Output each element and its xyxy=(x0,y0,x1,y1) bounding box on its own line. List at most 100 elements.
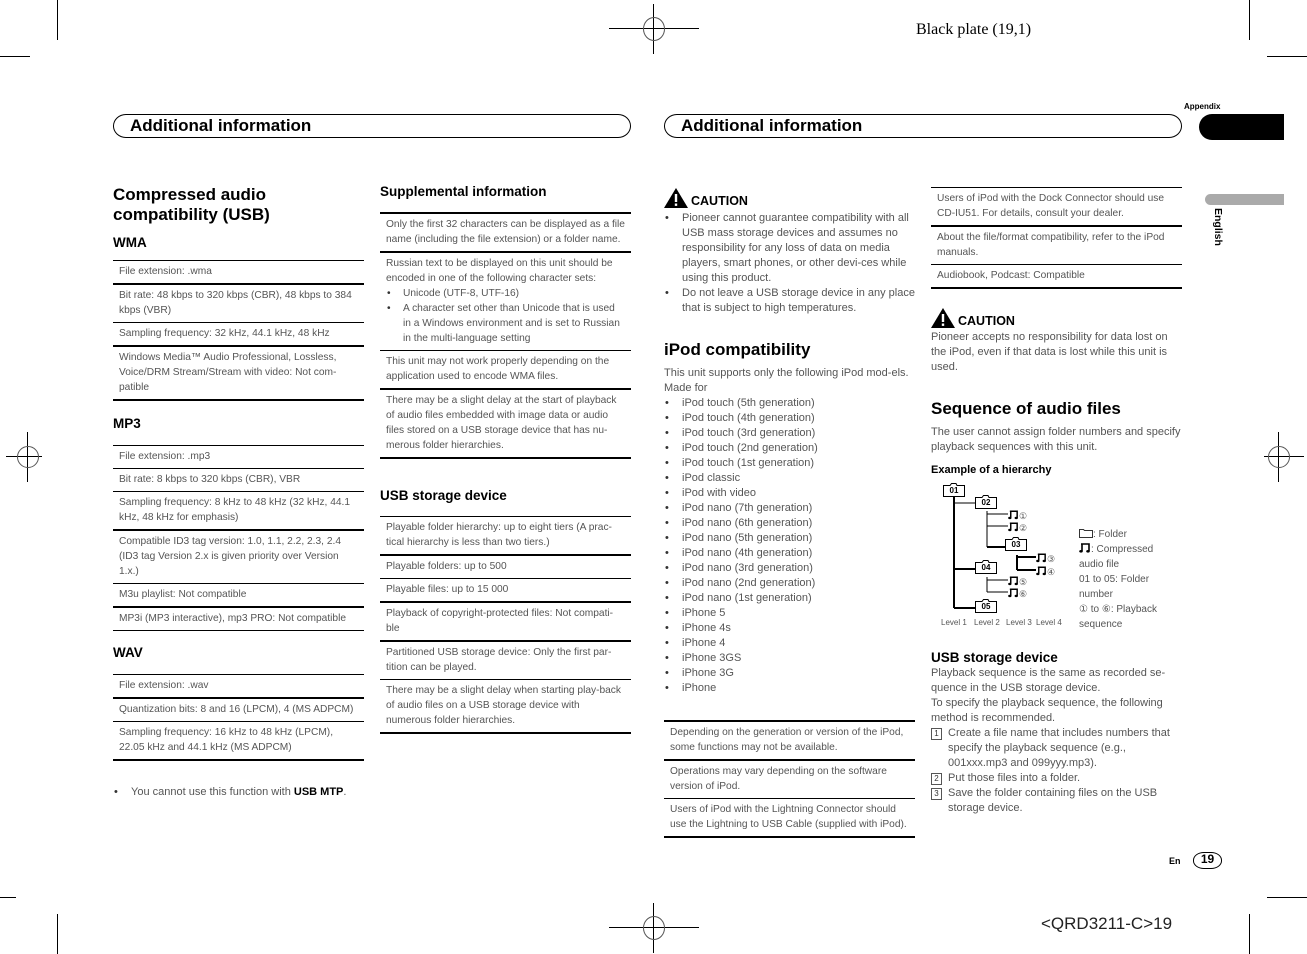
section-header-left: Additional information xyxy=(113,114,631,138)
supplemental-table: Only the first 32 characters can be disp… xyxy=(380,212,631,459)
table-row: There may be a slight delay when startin… xyxy=(380,679,631,732)
hierarchy-diagram: 01 02 03 04 05 ① ② ③ ④ ⑤ ⑥ Level 1 Level 2 Level 3… xyxy=(930,478,1075,630)
ipod-model-item: iPod nano (5th generation) xyxy=(665,531,915,546)
warning-icon xyxy=(664,188,688,208)
caution-text: Pioneer accepts no responsibility for da… xyxy=(931,331,1168,373)
language-code: En xyxy=(1169,856,1181,866)
audio-file-icon: ② xyxy=(1008,519,1027,533)
caution-list: Pioneer cannot guarantee compatibility w… xyxy=(664,211,915,316)
caution-label: CAUTION xyxy=(958,314,1015,328)
music-note-icon xyxy=(1079,543,1090,553)
ipod-model-item: iPhone 4 xyxy=(665,636,915,651)
table-row: There may be a slight delay at the start… xyxy=(380,388,631,457)
wav-table: File extension: .wav Quantization bits: … xyxy=(113,674,364,761)
table-row: Bit rate: 48 kbps to 320 kbps (CBR), 48 … xyxy=(113,283,364,322)
column-3: CAUTION Pioneer cannot guarantee compati… xyxy=(664,188,915,696)
folder-number: 01 xyxy=(949,486,959,495)
table-row: Bit rate: 8 kbps to 320 kbps (CBR), VBR xyxy=(113,468,364,491)
ipod-model-item: iPod touch (5th generation) xyxy=(665,396,915,411)
column-4: CAUTION Pioneer accepts no responsibilit… xyxy=(931,308,1182,476)
audio-file-icon: ④ xyxy=(1036,563,1055,577)
level-label: Level 1 xyxy=(941,618,967,627)
table-row: File extension: .wav xyxy=(113,674,364,697)
wav-heading: WAV xyxy=(113,645,143,660)
table-row: Playable files: up to 15 000 xyxy=(380,578,631,601)
ipod-model-item: iPod nano (3rd generation) xyxy=(665,561,915,576)
ipod-model-item: iPod nano (2nd generation) xyxy=(665,576,915,591)
hierarchy-legend: : Folder : Compressed audio file 01 to 0… xyxy=(1079,527,1179,632)
table-row: File extension: .wma xyxy=(113,260,364,283)
audio-file-icon: ⑤ xyxy=(1008,573,1027,587)
crop-mark xyxy=(1267,897,1307,898)
table-row: MP3i (MP3 interactive), mp3 PRO: Not com… xyxy=(113,606,364,630)
usb-mtp-note: You cannot use this function with USB MT… xyxy=(113,785,382,800)
ipod-model-item: iPod touch (3rd generation) xyxy=(665,426,915,441)
table-row: Audiobook, Podcast: Compatible xyxy=(931,264,1182,287)
ipod-model-item: iPod touch (1st generation) xyxy=(665,456,915,471)
ipod-model-list: iPod touch (5th generation)iPod touch (4… xyxy=(664,396,915,696)
ipod-model-item: iPod nano (6th generation) xyxy=(665,516,915,531)
folder-icon xyxy=(1079,529,1093,538)
music-note-icon xyxy=(1008,588,1018,598)
table-row: Only the first 32 characters can be disp… xyxy=(380,212,631,251)
table-row: Users of iPod with the Dock Connector sh… xyxy=(931,187,1182,225)
playback-sequence-number: ⑥ xyxy=(1019,589,1028,599)
folder-icon: 03 xyxy=(1005,537,1027,551)
made-for-label: Made for xyxy=(664,382,708,394)
ipod-notes-table-continued: Users of iPod with the Dock Connector sh… xyxy=(931,187,1182,289)
folder-icon: 05 xyxy=(975,599,997,613)
audio-file-icon: ① xyxy=(1008,507,1027,521)
list-item: You cannot use this function with USB MT… xyxy=(114,785,382,800)
crop-mark xyxy=(0,56,30,57)
section-header-title: Additional information xyxy=(130,116,312,135)
ipod-intro: This unit supports only the following iP… xyxy=(664,367,909,379)
usb-storage-heading: USB storage device xyxy=(931,650,1058,665)
table-row: Playable folders: up to 500 xyxy=(380,554,631,578)
folder-number: 04 xyxy=(981,563,991,572)
ipod-model-item: iPod nano (1st generation) xyxy=(665,591,915,606)
table-row: File extension: .mp3 xyxy=(113,445,364,468)
ipod-model-item: iPhone 3GS xyxy=(665,651,915,666)
ipod-model-item: iPod classic xyxy=(665,471,915,486)
caution-block: CAUTION xyxy=(664,188,915,208)
list-item: A character set other than Unicode that … xyxy=(387,301,625,346)
folder-number: 02 xyxy=(981,498,991,507)
table-row: Quantization bits: 8 and 16 (LPCM), 4 (M… xyxy=(113,697,364,721)
crop-mark xyxy=(57,0,58,40)
legend-file: : Compressed audio file xyxy=(1079,543,1154,570)
appendix-label: Appendix xyxy=(1184,102,1221,111)
registration-mark xyxy=(609,4,699,54)
step-item: 2 Put those files into a folder. xyxy=(931,771,1182,786)
wma-heading: WMA xyxy=(113,235,147,250)
wma-table: File extension: .wma Bit rate: 48 kbps t… xyxy=(113,260,364,401)
section-header-right: Additional information xyxy=(664,114,1182,138)
legend-numbers: 01 to 05: Folder number xyxy=(1079,574,1150,600)
section-header-title: Additional information xyxy=(681,116,863,135)
folder-number: 05 xyxy=(981,602,991,611)
ipod-model-item: iPhone 3G xyxy=(665,666,915,681)
step-item: 1 Create a file name that includes number… xyxy=(931,726,1182,771)
table-row: Operations may vary depending on the sof… xyxy=(664,759,915,798)
warning-icon xyxy=(931,308,955,328)
folder-icon: 02 xyxy=(975,495,997,509)
crop-mark xyxy=(1249,0,1250,40)
legend-sequence: ① to ⑥: Playback sequence xyxy=(1079,604,1157,630)
usb-storage-table: Playable folder hierarchy: up to eight t… xyxy=(380,516,631,734)
ipod-model-item: iPod with video xyxy=(665,486,915,501)
example-heading: Example of a hierarchy xyxy=(931,464,1052,476)
ipod-model-item: iPhone 4s xyxy=(665,621,915,636)
usb-storage-heading: USB storage device xyxy=(380,488,507,503)
sequence-text: The user cannot assign folder numbers an… xyxy=(931,426,1181,453)
table-row: About the file/format compatibility, ref… xyxy=(931,225,1182,264)
usb-sequence-section: USB storage device Playback sequence is … xyxy=(931,650,1182,816)
supplemental-heading: Supplemental information xyxy=(380,184,547,199)
table-row: Compatible ID3 tag version: 1.0, 1.1, 2.… xyxy=(113,529,364,583)
registration-mark xyxy=(609,903,699,953)
usb-sequence-text-2: To specify the playback sequence, the fo… xyxy=(931,697,1163,724)
hierarchy-tree-lines xyxy=(953,496,1036,609)
ipod-model-item: iPod nano (7th generation) xyxy=(665,501,915,516)
table-row: Sampling frequency: 16 kHz to 48 kHz (LP… xyxy=(113,721,364,759)
table-row: Users of iPod with the Lightning Connect… xyxy=(664,798,915,836)
usb-steps: 1 Create a file name that includes number… xyxy=(931,726,1182,816)
list-item: Unicode (UTF-8, UTF-16) xyxy=(387,286,625,301)
